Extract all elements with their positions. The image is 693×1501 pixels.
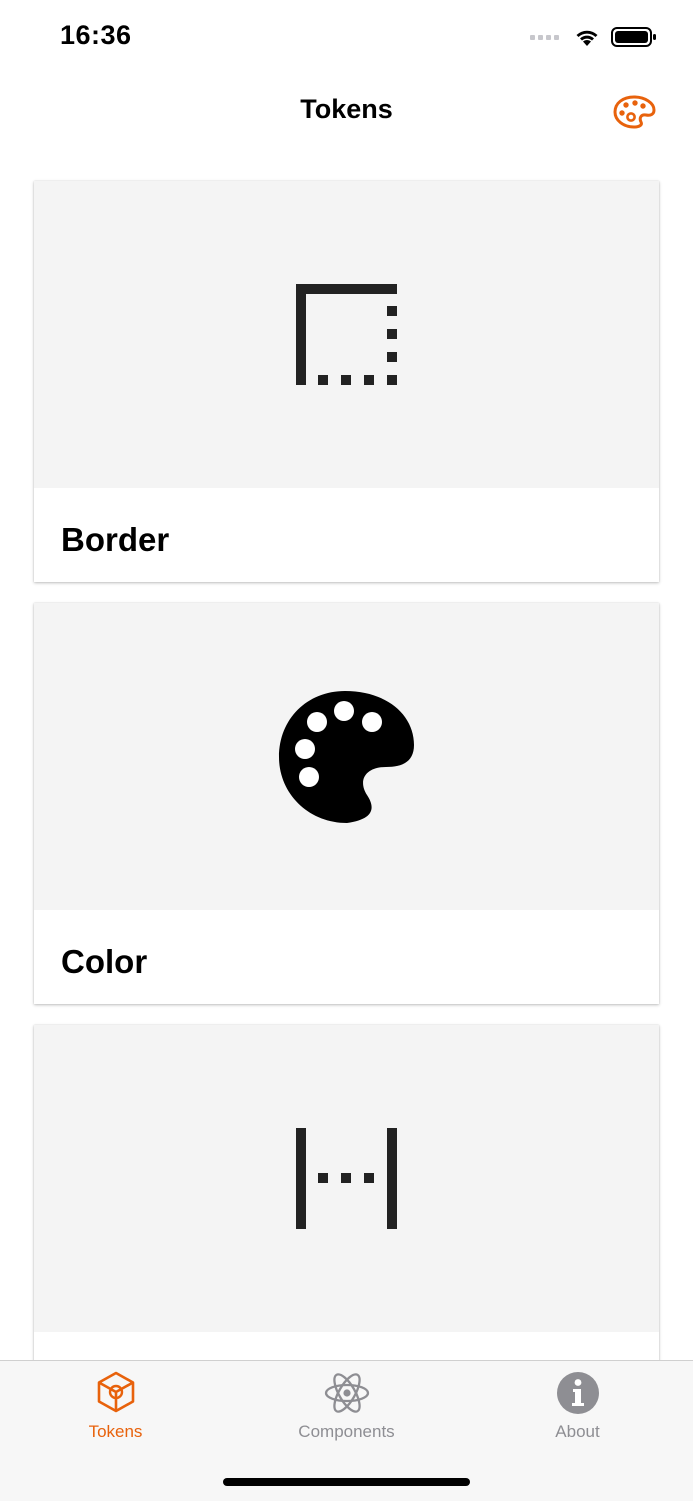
card-border[interactable]: Border bbox=[34, 181, 659, 582]
card-image bbox=[34, 1025, 659, 1332]
info-icon bbox=[556, 1372, 599, 1414]
tab-label: Components bbox=[298, 1422, 395, 1441]
card-image bbox=[34, 603, 659, 910]
card-title: Border bbox=[61, 521, 170, 558]
status-time: 16:36 bbox=[60, 20, 132, 50]
status-bar: 16:36 bbox=[0, 0, 693, 76]
theme-button[interactable] bbox=[611, 92, 657, 132]
palette-icon bbox=[613, 95, 656, 129]
tab-tokens[interactable]: Tokens bbox=[0, 1361, 231, 1451]
card-spacing[interactable] bbox=[34, 1025, 659, 1360]
home-indicator[interactable] bbox=[223, 1478, 470, 1486]
tab-label: About bbox=[555, 1422, 600, 1441]
spacing-icon bbox=[295, 1127, 397, 1229]
card-image bbox=[34, 181, 659, 488]
status-icons bbox=[530, 26, 657, 48]
battery-icon bbox=[611, 27, 656, 47]
token-list[interactable]: Border Color bbox=[0, 146, 693, 1360]
page-title: Tokens bbox=[300, 94, 393, 124]
tab-about[interactable]: About bbox=[462, 1361, 693, 1451]
signal-icon bbox=[530, 34, 559, 40]
border-icon bbox=[295, 283, 397, 385]
card-title: Color bbox=[61, 943, 148, 980]
wifi-icon bbox=[576, 30, 598, 46]
cube-icon bbox=[97, 1371, 134, 1413]
atom-icon bbox=[324, 1373, 369, 1413]
navigation-bar: Tokens bbox=[0, 76, 693, 146]
tab-components[interactable]: Components bbox=[231, 1361, 462, 1451]
card-color[interactable]: Color bbox=[34, 603, 659, 1004]
tab-label: Tokens bbox=[88, 1422, 143, 1441]
palette-icon bbox=[278, 690, 414, 823]
